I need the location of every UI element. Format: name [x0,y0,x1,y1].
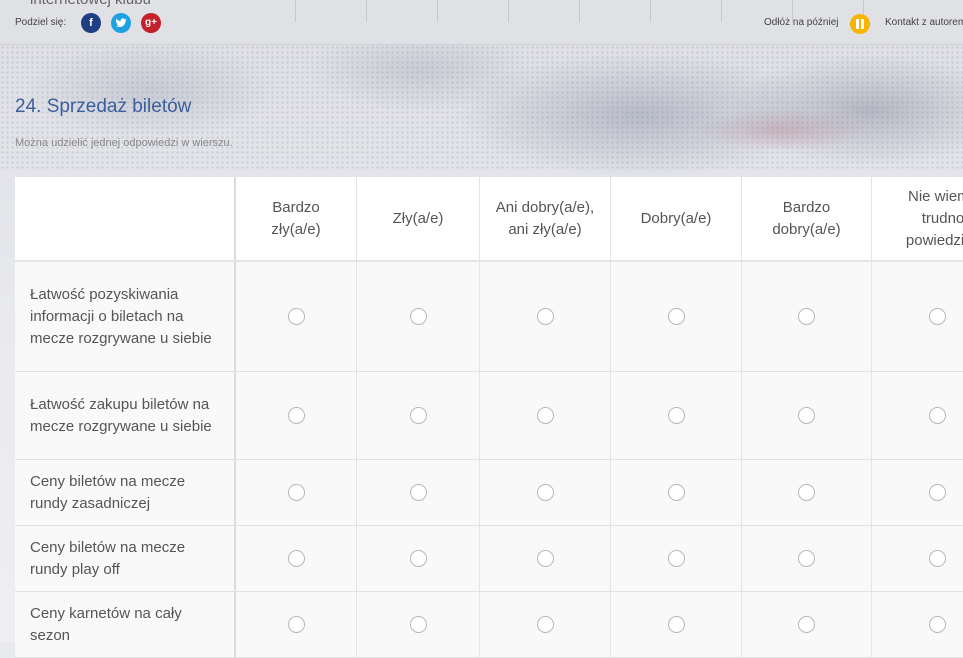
row-label: Ceny biletów na mecze rundy play off [15,526,236,591]
radio-option[interactable] [798,550,815,567]
radio-option[interactable] [798,407,815,424]
radio-option[interactable] [409,308,427,325]
previous-question-text: internetowej klubu [30,0,151,8]
google-plus-icon[interactable]: g+ [141,13,161,33]
matrix-row: Łatwość zakupu biletów na mecze rozgrywa… [15,372,963,460]
top-bar: internetowej klubu Podziel się: f g+ Odł… [0,0,963,45]
radio-option[interactable] [929,407,946,424]
pause-icon[interactable] [850,14,870,34]
matrix-header-row: Bardzo zły(a/e) Zły(a/e) Ani dobry(a/e),… [15,177,963,262]
save-for-later-link[interactable]: Odłóż na później [764,17,839,28]
radio-option[interactable] [409,616,427,633]
radio-option[interactable] [798,484,815,501]
column-header-very-bad: Bardzo zły(a/e) [236,177,357,260]
matrix-row: Ceny karnetów na cały sezon [15,592,963,658]
radio-option[interactable] [667,616,685,633]
radio-option[interactable] [536,308,554,325]
matrix-row: Ceny biletów na mecze rundy play off [15,526,963,592]
radio-option[interactable] [536,616,554,633]
row-label: Ceny karnetów na cały sezon [15,592,236,657]
radio-option[interactable] [929,484,946,501]
column-header-good: Dobry(a/e) [611,177,742,260]
row-label: Ceny biletów na mecze rundy zasadniczej [15,460,236,525]
column-header-bad: Zły(a/e) [357,177,480,260]
radio-option[interactable] [287,308,305,325]
radio-option[interactable] [798,616,815,633]
radio-option[interactable] [287,550,305,567]
rating-matrix: Bardzo zły(a/e) Zły(a/e) Ani dobry(a/e),… [15,177,963,658]
radio-option[interactable] [929,550,946,567]
radio-option[interactable] [536,550,554,567]
radio-option[interactable] [667,407,685,424]
column-header-dont-know: Nie wiem / trudno powiedzieć [905,187,963,249]
facebook-icon[interactable]: f [81,13,101,33]
radio-option[interactable] [667,550,685,567]
radio-option[interactable] [409,550,427,567]
radio-option[interactable] [287,616,305,633]
radio-option[interactable] [667,308,685,325]
radio-option[interactable] [536,484,554,501]
question-title: 24. Sprzedaż biletów [15,96,192,117]
radio-option[interactable] [929,616,946,633]
column-header-neutral: Ani dobry(a/e), ani zły(a/e) [480,177,611,260]
matrix-row: Łatwość pozyskiwania informacji o bileta… [15,262,963,372]
radio-option[interactable] [287,407,305,424]
row-label: Łatwość pozyskiwania informacji o bileta… [15,262,236,371]
question-hint: Można udzielić jednej odpowiedzi w wiers… [15,137,233,149]
column-header-very-good: Bardzo dobry(a/e) [742,177,872,260]
radio-option[interactable] [929,308,946,325]
twitter-icon[interactable] [111,13,131,33]
radio-option[interactable] [409,407,427,424]
radio-option[interactable] [667,484,685,501]
matrix-corner-cell [15,177,236,260]
matrix-row: Ceny biletów na mecze rundy zasadniczej [15,460,963,526]
radio-option[interactable] [409,484,427,501]
share-label: Podziel się: [15,17,67,28]
contact-author-link[interactable]: Kontakt z autorem [885,17,963,28]
radio-option[interactable] [798,308,815,325]
radio-option[interactable] [536,407,554,424]
row-label: Łatwość zakupu biletów na mecze rozgrywa… [15,372,236,459]
radio-option[interactable] [287,484,305,501]
